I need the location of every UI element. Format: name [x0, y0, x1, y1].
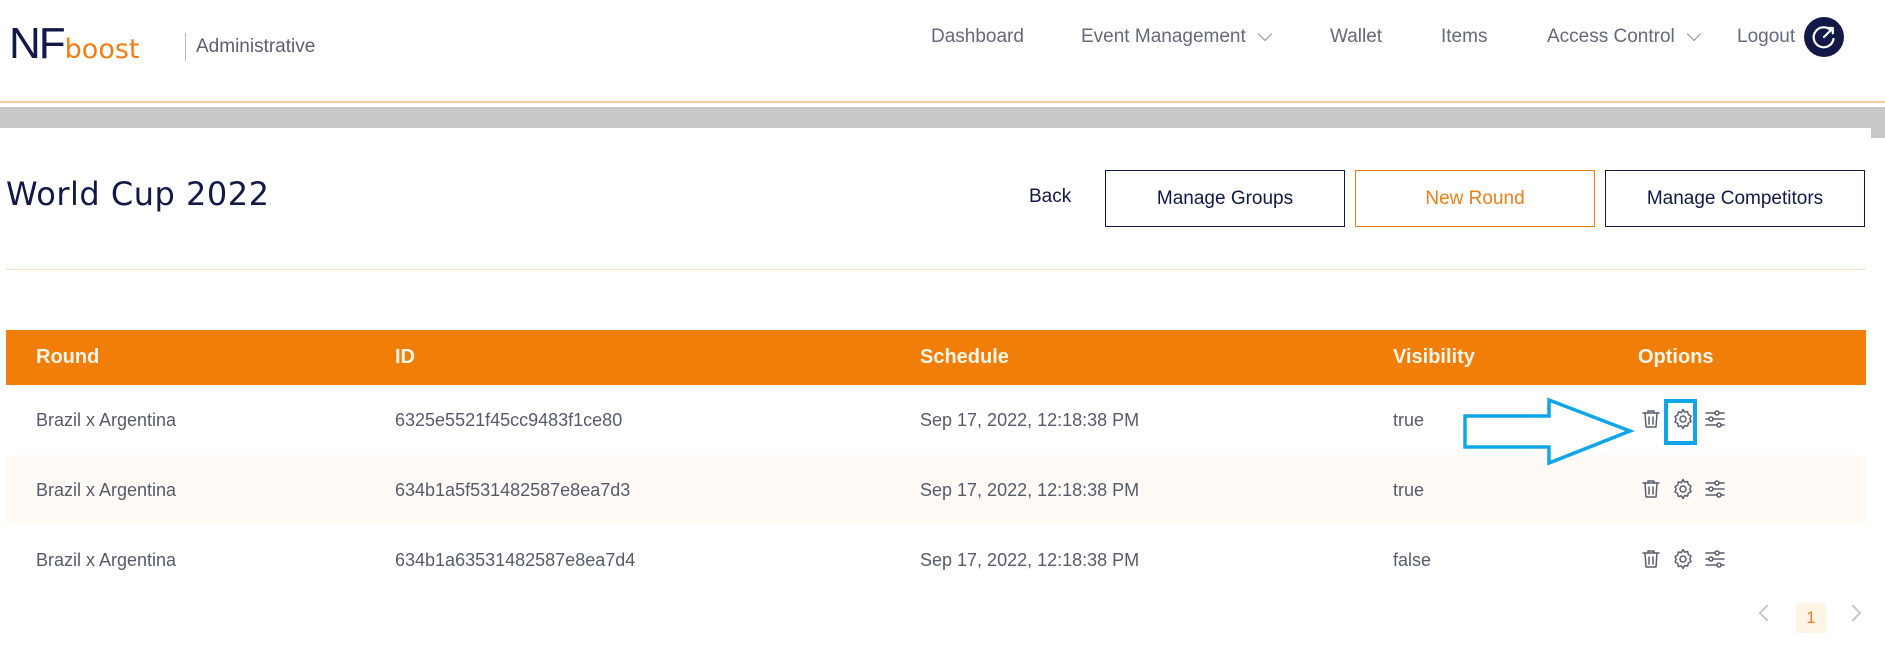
- sliders-icon[interactable]: [1703, 477, 1727, 501]
- cell-schedule: Sep 17, 2022, 12:18:38 PM: [920, 550, 1140, 570]
- trash-icon[interactable]: [1639, 477, 1663, 501]
- nfboost-logo[interactable]: NF boost: [9, 19, 140, 68]
- cell-id: 634b1a5f531482587e8ea7d3: [395, 480, 631, 500]
- nav-dashboard-label: Dashboard: [931, 26, 1024, 47]
- manage-competitors-label: Manage Competitors: [1646, 187, 1824, 209]
- cell-id: 634b1a63531482587e8ea7d4: [395, 550, 636, 570]
- chevron-down-icon: [1686, 26, 1701, 42]
- gear-highlight-box: [1664, 399, 1697, 445]
- new-round-button[interactable]: New Round: [1355, 170, 1595, 227]
- pagination-page-1[interactable]: 1: [1796, 603, 1826, 633]
- nav-access-control[interactable]: Access Control: [1547, 26, 1701, 48]
- nav-access-control-label: Access Control: [1547, 26, 1675, 47]
- nav-logout[interactable]: Logout: [1737, 26, 1795, 48]
- right-arrow-icon: [1463, 397, 1635, 466]
- column-header-visibility: Visibility: [1393, 346, 1475, 368]
- nav-event-management-label: Event Management: [1081, 26, 1246, 47]
- logout-icon[interactable]: [1804, 17, 1844, 57]
- gray-divider-bar: [0, 107, 1885, 128]
- cell-round: Brazil x Argentina: [36, 480, 177, 500]
- logo-divider: [185, 33, 186, 61]
- back-link[interactable]: Back: [1029, 186, 1071, 208]
- table-row: Brazil x Argentina 634b1a63531482587e8ea…: [6, 525, 1866, 595]
- cell-visibility: false: [1393, 550, 1432, 570]
- chevron-down-icon: [1257, 26, 1272, 42]
- logo-subtitle: Administrative: [196, 36, 316, 57]
- page-title: World Cup 2022: [6, 175, 270, 213]
- top-header: NF boost Administrative Dashboard Event …: [0, 0, 1885, 103]
- nav-items-label: Items: [1441, 26, 1488, 47]
- pagination-prev-icon[interactable]: [1758, 604, 1776, 622]
- column-header-round: Round: [36, 346, 100, 368]
- manage-groups-label: Manage Groups: [1156, 187, 1294, 209]
- title-divider: [6, 269, 1866, 270]
- manage-competitors-button[interactable]: Manage Competitors: [1605, 170, 1865, 227]
- pagination-next-icon[interactable]: [1844, 604, 1862, 622]
- logo-nf-text: NF: [9, 19, 66, 68]
- cell-round: Brazil x Argentina: [36, 550, 177, 570]
- gear-icon[interactable]: [1671, 477, 1695, 501]
- cell-visibility: true: [1393, 410, 1425, 430]
- nav-dashboard[interactable]: Dashboard: [931, 26, 1024, 48]
- gray-divider-notch: [1871, 128, 1885, 138]
- trash-icon[interactable]: [1639, 407, 1663, 431]
- column-header-options: Options: [1638, 346, 1714, 368]
- column-header-id: ID: [395, 346, 415, 368]
- cell-visibility: true: [1393, 480, 1425, 500]
- nav-wallet[interactable]: Wallet: [1330, 26, 1382, 48]
- cell-schedule: Sep 17, 2022, 12:18:38 PM: [920, 410, 1140, 430]
- sliders-icon[interactable]: [1703, 547, 1727, 571]
- cell-round: Brazil x Argentina: [36, 410, 177, 430]
- nav-wallet-label: Wallet: [1330, 26, 1383, 47]
- new-round-label: New Round: [1425, 187, 1525, 209]
- sliders-icon[interactable]: [1703, 407, 1727, 431]
- table-header: Round ID Schedule Visibility Options: [6, 330, 1866, 385]
- column-header-schedule: Schedule: [920, 346, 1009, 368]
- cell-id: 6325e5521f45cc9483f1ce80: [395, 410, 623, 430]
- nav-logout-label: Logout: [1737, 26, 1796, 47]
- nav-items[interactable]: Items: [1441, 26, 1487, 48]
- logo-boost-text: boost: [64, 34, 140, 65]
- trash-icon[interactable]: [1639, 547, 1663, 571]
- manage-groups-button[interactable]: Manage Groups: [1105, 170, 1345, 227]
- gear-icon[interactable]: [1671, 547, 1695, 571]
- nav-event-management[interactable]: Event Management: [1081, 26, 1272, 48]
- cell-schedule: Sep 17, 2022, 12:18:38 PM: [920, 480, 1140, 500]
